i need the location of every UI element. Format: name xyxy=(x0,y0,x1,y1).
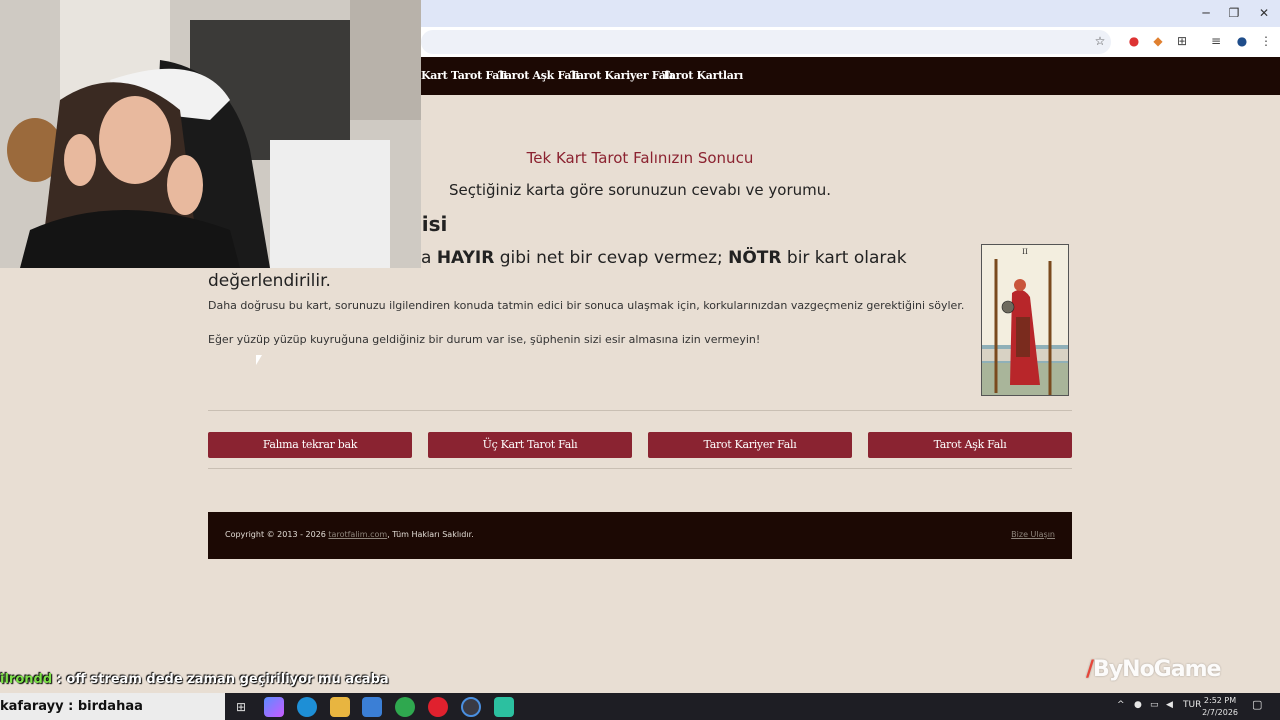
chrome-icon[interactable] xyxy=(395,697,415,717)
contact-link[interactable]: Bize Ulaşın xyxy=(1011,530,1055,539)
system-clock[interactable]: 2:52 PM 2/7/2026 xyxy=(1202,695,1238,719)
copyright-post: , Tüm Hakları Saklıdır. xyxy=(387,530,474,539)
site-link[interactable]: tarotfalim.com xyxy=(328,530,387,539)
close-icon[interactable]: ✕ xyxy=(1254,5,1274,21)
mouse-cursor-icon xyxy=(256,355,262,365)
two-of-wands-illustration: II xyxy=(982,245,1068,395)
interpretation-paragraph-1: Daha doğrusu bu kart, sorunuzu ilgilendi… xyxy=(208,299,965,312)
bookmark-star-icon[interactable]: ☆ xyxy=(1092,33,1108,49)
nav-link-kariyer[interactable]: Tarot Kariyer Falı xyxy=(570,69,674,82)
volume-icon[interactable]: ◀ xyxy=(1166,700,1173,710)
copilot-icon[interactable] xyxy=(264,697,284,717)
chat-strip: kafarayy : birdahaa xyxy=(0,693,225,720)
nav-link-ask[interactable]: Tarot Aşk Falı xyxy=(498,69,579,82)
extension-fox-icon[interactable]: ◆ xyxy=(1150,33,1166,49)
tarot-card-image: II xyxy=(981,244,1069,396)
clock-time: 2:52 PM xyxy=(1203,696,1237,705)
brand-text: ByNoGame xyxy=(1093,657,1221,682)
verdict-notr: NÖTR xyxy=(728,248,782,268)
minimize-icon[interactable]: ─ xyxy=(1196,5,1216,21)
tray-overflow-icon[interactable]: ^ xyxy=(1117,700,1125,710)
notifications-icon[interactable]: ▢ xyxy=(1252,698,1262,711)
chrome-active-icon[interactable] xyxy=(461,697,481,717)
verdict-post: bir kart olarak xyxy=(781,248,907,268)
chat-username: ilrondd xyxy=(0,672,53,687)
edge-icon[interactable] xyxy=(297,697,317,717)
clock-date: 2/7/2026 xyxy=(1202,708,1238,717)
restore-icon[interactable]: ❐ xyxy=(1224,5,1244,21)
chat-text: : off stream dede zaman geçiriliyor mu a… xyxy=(52,672,389,687)
divider-bottom xyxy=(208,468,1072,469)
store-icon[interactable] xyxy=(362,697,382,717)
copyright-text: Copyright © 2013 - 2026 tarotfalim.com, … xyxy=(225,530,474,539)
love-reading-button[interactable]: Tarot Aşk Falı xyxy=(868,432,1072,458)
verdict-line2: değerlendirilir. xyxy=(208,271,331,291)
verdict-hayir: HAYIR xyxy=(436,248,495,268)
verdict-pre: a xyxy=(421,248,432,268)
copyright-pre: Copyright © 2013 - 2026 xyxy=(225,530,329,539)
nav-link-kartlar[interactable]: Tarot Kartları xyxy=(662,69,743,82)
opera-icon[interactable] xyxy=(428,697,448,717)
nav-link-tek-kart[interactable]: Kart Tarot Falı xyxy=(421,69,507,82)
chat-message: ilrondd : off stream dede zaman geçirili… xyxy=(0,672,389,687)
app-green-icon[interactable] xyxy=(494,697,514,717)
interpretation-paragraph-2: Eğer yüzüp yüzüp kuyruğuna geldiğiniz bi… xyxy=(208,333,761,346)
language-indicator[interactable]: TUR xyxy=(1183,700,1201,710)
webcam-scene xyxy=(0,0,421,268)
site-footer: Copyright © 2013 - 2026 tarotfalim.com, … xyxy=(208,512,1072,559)
bottom-chat-text: kafarayy : birdahaa xyxy=(0,699,143,714)
task-view-icon[interactable]: ⊞ xyxy=(231,697,251,717)
divider-top xyxy=(208,410,1072,411)
microphone-icon[interactable]: ● xyxy=(1134,700,1142,710)
media-queue-icon[interactable]: ≡ xyxy=(1208,33,1224,49)
career-reading-button[interactable]: Tarot Kariyer Falı xyxy=(648,432,852,458)
file-explorer-icon[interactable] xyxy=(330,697,350,717)
profile-avatar-icon[interactable]: ● xyxy=(1234,33,1250,49)
three-card-button[interactable]: Üç Kart Tarot Falı xyxy=(428,432,632,458)
retry-reading-button[interactable]: Falıma tekrar bak xyxy=(208,432,412,458)
bynogame-logo-icon: / xyxy=(1086,657,1094,682)
address-bar[interactable] xyxy=(421,30,1111,54)
card-numeral: II xyxy=(1022,248,1028,256)
webcam-overlay xyxy=(0,0,421,268)
menu-kebab-icon[interactable]: ⋮ xyxy=(1258,33,1274,49)
extensions-puzzle-icon[interactable]: ⊞ xyxy=(1174,33,1190,49)
verdict-mid: gibi net bir cevap vermez; xyxy=(494,248,729,268)
extension-adblock-icon[interactable]: ● xyxy=(1126,33,1142,49)
network-icon[interactable]: ▭ xyxy=(1150,700,1159,710)
bynogame-watermark: /ByNoGame xyxy=(1086,657,1221,682)
